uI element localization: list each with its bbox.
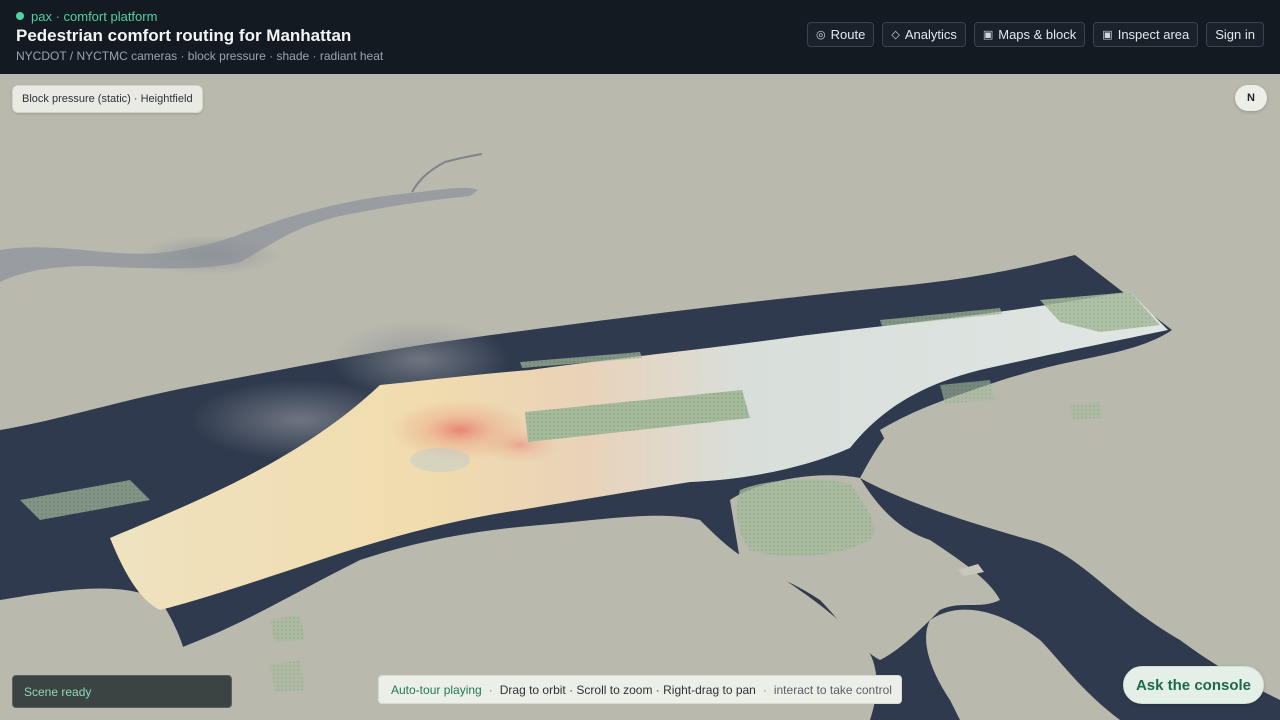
status-dot-icon — [16, 12, 24, 20]
inspect-area-button[interactable]: ▣ Inspect area — [1093, 22, 1199, 47]
separator: · — [488, 682, 493, 697]
map-canvas[interactable] — [0, 74, 1280, 720]
square-icon: ▣ — [982, 29, 994, 41]
maps-block-label: Maps & block — [998, 27, 1077, 42]
page-title: Pedestrian comfort routing for Manhattan — [16, 26, 352, 45]
target-icon: ◎ — [816, 29, 826, 41]
maps-block-button[interactable]: ▣ Maps & block — [973, 22, 1086, 47]
cool-zone — [410, 448, 470, 472]
compass-button[interactable]: N — [1235, 85, 1267, 111]
sign-in-button[interactable]: Sign in — [1206, 22, 1264, 47]
top-nav: ◎ Route ◇ Analytics ▣ Maps & block ▣ Ins… — [807, 22, 1264, 49]
page-subtitle: NYCDOT / NYCTMC cameras · block pressure… — [16, 49, 384, 63]
route-button[interactable]: ◎ Route — [807, 22, 875, 47]
top-bar: pax · comfort platform Pedestrian comfor… — [0, 0, 1280, 74]
ask-console-button[interactable]: Ask the console — [1123, 666, 1264, 704]
take-control-text: interact to take control — [773, 682, 892, 697]
park-patch — [1070, 402, 1102, 420]
brand: pax · comfort platform — [16, 8, 157, 24]
prospect-park — [737, 479, 874, 557]
square-icon: ▣ — [1102, 29, 1113, 41]
auto-tour-status: Auto-tour playing — [391, 682, 482, 697]
analytics-label: Analytics — [904, 27, 957, 42]
separator: · — [762, 682, 767, 697]
analytics-button[interactable]: ◇ Analytics — [882, 22, 966, 47]
controls-text: Drag to orbit · Scroll to zoom · Right-d… — [499, 682, 756, 697]
route-label: Route — [830, 27, 866, 42]
fog — [140, 235, 280, 275]
brand-label: pax · comfort platform — [31, 8, 158, 24]
layer-label-chip[interactable]: Block pressure (static) · Heightfield — [12, 85, 203, 113]
scene-status: Scene ready — [12, 675, 232, 708]
diamond-icon: ◇ — [891, 29, 900, 41]
inspect-area-label: Inspect area — [1117, 27, 1190, 42]
park-patch — [270, 660, 305, 692]
controls-hint: Auto-tour playing · Drag to orbit · Scro… — [378, 675, 902, 704]
